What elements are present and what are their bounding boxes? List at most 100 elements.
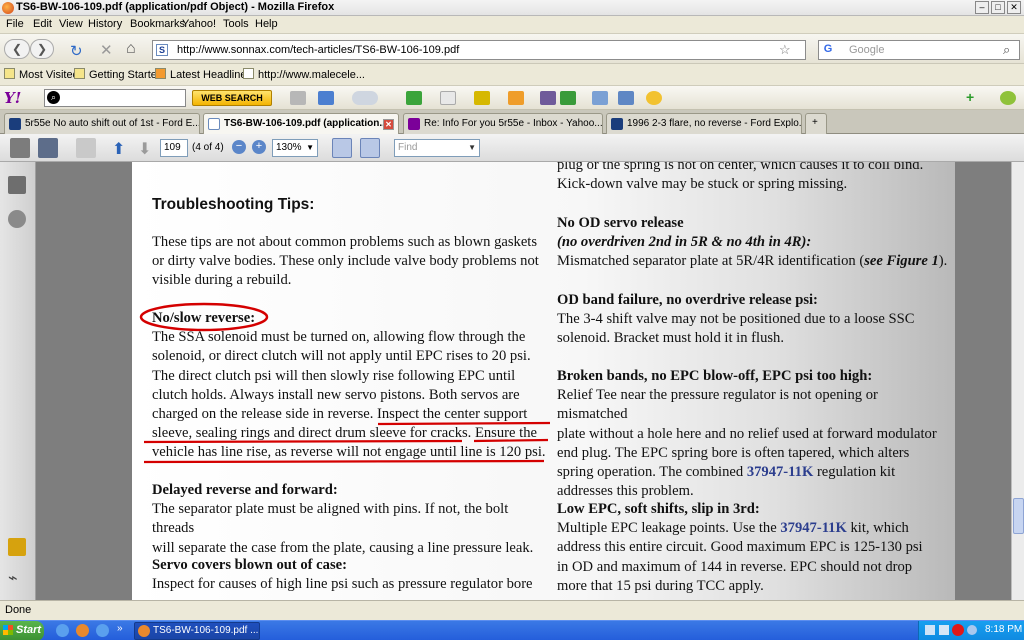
attachment-icon[interactable]: ⌁ (8, 568, 26, 587)
part-number-link[interactable]: 37947-11K (747, 464, 813, 480)
bookmarks-icon[interactable] (592, 91, 608, 105)
tab-1996-flare[interactable]: 1996 2-3 flare, no reverse - Ford Explo.… (606, 113, 802, 134)
close-button[interactable]: ✕ (1007, 1, 1021, 14)
answers-icon[interactable] (508, 91, 524, 105)
zoom-out-icon[interactable]: − (232, 140, 246, 154)
search-icon[interactable]: ⌕ (1003, 42, 1010, 58)
home-icon[interactable]: ⌂ (126, 40, 136, 58)
web-search-button[interactable]: WEB SEARCH (192, 90, 272, 106)
mail-icon[interactable] (318, 91, 334, 105)
vertical-scrollbar[interactable] (1011, 162, 1024, 600)
text-line: charged on the release side in reverse. … (152, 406, 528, 423)
find-input[interactable]: Find ▼ (394, 139, 480, 157)
maximize-button[interactable]: □ (991, 1, 1005, 14)
fit-page-icon[interactable] (360, 138, 380, 158)
flickr-icon[interactable] (440, 91, 456, 105)
new-tab-button[interactable]: + (805, 113, 827, 134)
tab-label: Re: Info For you 5r55e - Inbox - Yahoo..… (424, 118, 603, 129)
next-page-icon[interactable]: ⬇ (138, 139, 151, 159)
screen-icon[interactable] (618, 91, 634, 105)
menu-yahoo[interactable]: Yahoo! (182, 18, 216, 30)
quicklaunch-more-icon[interactable]: » (117, 623, 123, 634)
google-icon[interactable]: G (821, 43, 835, 57)
menu-file[interactable]: File (6, 18, 24, 30)
bookmark-icon (4, 68, 15, 79)
settings-icon[interactable] (1000, 91, 1016, 105)
comments-icon[interactable] (8, 538, 26, 556)
menu-tools[interactable]: Tools (223, 18, 249, 30)
tab-close-icon[interactable]: ✕ (383, 119, 394, 130)
yahoo-logo-icon[interactable]: Y! (4, 89, 21, 107)
firefox-quicklaunch-icon[interactable] (76, 624, 89, 637)
tab-5r55e-no-auto-shift[interactable]: 5r55e No auto shift out of 1st - Ford E.… (4, 113, 200, 134)
bookmark-star-icon[interactable]: ☆ (779, 42, 791, 58)
tab-favicon-icon (611, 118, 623, 130)
part-number-link[interactable]: 37947-11K (780, 520, 846, 536)
reload-icon[interactable]: ↻ (70, 42, 83, 60)
zoom-in-icon[interactable]: + (252, 140, 266, 154)
start-button[interactable]: Start (0, 621, 44, 640)
search-placeholder[interactable]: Google (849, 44, 884, 56)
weather-icon[interactable] (352, 91, 378, 105)
text-span: spring operation. The combined (557, 464, 747, 481)
clock[interactable]: 8:18 PM (985, 624, 1022, 635)
url-bar[interactable]: S http://www.sonnax.com/tech-articles/TS… (152, 40, 806, 60)
text-line: end plug. The EPC spring bore is often t… (557, 444, 910, 461)
broken-bands-section: Broken bands, no EPC blow-off, EPC psi t… (557, 367, 952, 501)
menu-history[interactable]: History (88, 18, 122, 30)
network-icon[interactable] (925, 625, 935, 635)
previous-page-icon[interactable]: ⬆ (112, 139, 125, 159)
print-icon[interactable] (10, 138, 30, 158)
search-box[interactable]: G Google ⌕ (818, 40, 1020, 60)
fit-width-icon[interactable] (332, 138, 352, 158)
pages-icon[interactable] (8, 176, 26, 194)
browser-quicklaunch-icon[interactable] (96, 624, 109, 637)
bookmarks-panel-icon[interactable] (8, 210, 26, 228)
update-icon[interactable] (967, 625, 977, 635)
messenger-icon[interactable] (646, 91, 662, 105)
menu-bar: File Edit View History Bookmarks Yahoo! … (0, 16, 1024, 34)
taskbar-item-firefox[interactable]: TS6-BW-106-109.pdf ... (134, 622, 260, 640)
tab-ts6-pdf[interactable]: TS6-BW-106-109.pdf (application... ✕ (203, 113, 399, 135)
section-heading: Servo covers blown out of case: (152, 557, 347, 573)
page-number-input[interactable]: 109 (160, 139, 188, 157)
news-icon[interactable] (474, 91, 490, 105)
back-button[interactable]: ❮ (4, 39, 30, 59)
minimize-button[interactable]: – (975, 1, 989, 14)
tab-label: 5r55e No auto shift out of 1st - Ford E.… (25, 118, 200, 129)
security-alert-icon[interactable] (952, 624, 964, 636)
pdf-viewer[interactable]: Troubleshooting Tips: These tips are not… (36, 162, 1011, 600)
music-icon[interactable] (540, 91, 556, 105)
menu-help[interactable]: Help (255, 18, 278, 30)
zoom-select[interactable]: 130% ▼ (272, 139, 318, 157)
url-text[interactable]: http://www.sonnax.com/tech-articles/TS6-… (177, 44, 459, 56)
text-line: clutch holds. Always install new servo p… (152, 386, 520, 403)
ie-quicklaunch-icon[interactable] (56, 624, 69, 637)
toolbar-tool-icon[interactable] (290, 91, 306, 105)
scrollbar-thumb[interactable] (1013, 498, 1024, 534)
bookmarks-toolbar: Most Visited Getting Started Latest Head… (0, 64, 1024, 86)
bookmark-getting-started[interactable]: Getting Started (74, 68, 163, 81)
start-label: Start (16, 624, 42, 636)
bookmark-most-visited[interactable]: Most Visited (4, 68, 79, 81)
tab-yahoo-inbox[interactable]: Re: Info For you 5r55e - Inbox - Yahoo..… (403, 113, 603, 134)
add-icon[interactable]: + (966, 90, 978, 105)
bookmark-malecele[interactable]: http://www.malecele... (243, 68, 365, 81)
save-icon[interactable] (38, 138, 58, 158)
yahoo-search-input[interactable]: ⌕ (44, 89, 186, 107)
games-icon[interactable] (560, 91, 576, 105)
menu-view[interactable]: View (59, 18, 83, 30)
forward-button[interactable]: ❯ (30, 39, 54, 59)
finance-icon[interactable] (406, 91, 422, 105)
tab-bar: 5r55e No auto shift out of 1st - Ford E.… (0, 110, 1024, 135)
intro-paragraph: These tips are not about common problems… (152, 233, 542, 291)
stop-icon[interactable]: ✕ (100, 41, 113, 59)
menu-edit[interactable]: Edit (33, 18, 52, 30)
email-icon[interactable] (76, 138, 96, 158)
volume-icon[interactable] (939, 625, 949, 635)
bookmark-latest-headlines[interactable]: Latest Headlines (155, 68, 252, 81)
section-heading: Broken bands, no EPC blow-off, EPC psi t… (557, 368, 873, 384)
menu-bookmarks[interactable]: Bookmarks (130, 18, 185, 30)
section-heading: Low EPC, soft shifts, slip in 3rd: (557, 501, 760, 517)
od-band-section: OD band failure, no overdrive release ps… (557, 291, 952, 349)
